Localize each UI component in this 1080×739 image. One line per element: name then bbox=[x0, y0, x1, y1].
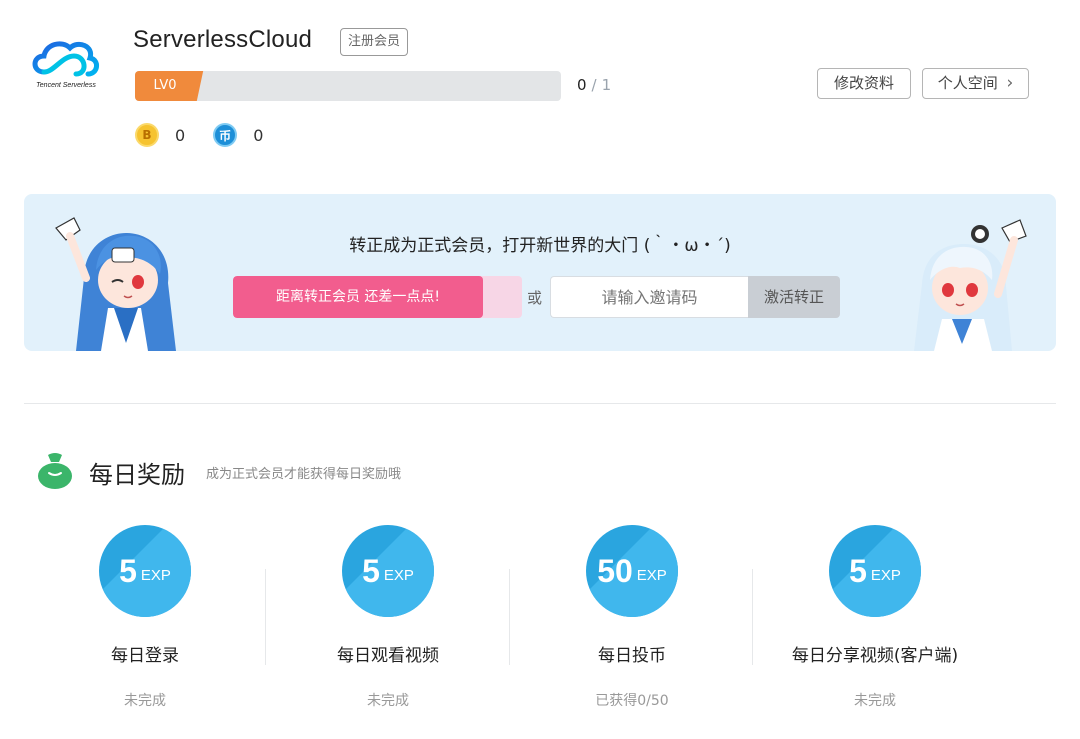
exp-value: 50 bbox=[597, 552, 633, 589]
level-max: 1 bbox=[601, 76, 612, 94]
upgrade-banner: 转正成为正式会员，打开新世界的大门 (｀・ω・´) 距离转正会员 还差一点点! … bbox=[24, 194, 1056, 351]
task-status: 未完成 bbox=[854, 693, 896, 709]
task-label: 每日观看视频 bbox=[337, 646, 439, 666]
task-daily-coin: 50 EXP 每日投币 已获得0/50 bbox=[511, 525, 753, 710]
daily-task-list: 5 EXP 每日登录 未完成 5 EXP 每日观看视频 未完成 50 EXP 每日投币… bbox=[24, 525, 1000, 725]
daily-rewards-subtitle: 成为正式会员才能获得每日奖励哦 bbox=[206, 467, 402, 482]
exp-value: 5 bbox=[849, 552, 867, 589]
or-separator: 或 bbox=[527, 289, 543, 307]
exp-badge: 50 EXP bbox=[586, 525, 678, 617]
edit-profile-button[interactable]: 修改资料 bbox=[817, 68, 911, 99]
level-label: LV0 bbox=[153, 78, 177, 93]
exp-badge: 5 EXP bbox=[342, 525, 434, 617]
yuan-coin-value: 0 bbox=[253, 125, 264, 145]
level-separator: / bbox=[591, 76, 597, 94]
daily-rewards-title: 每日奖励 bbox=[89, 461, 185, 489]
exp-unit: EXP bbox=[870, 566, 901, 584]
exp-unit: EXP bbox=[140, 566, 171, 584]
task-separator bbox=[752, 569, 753, 665]
mascot-girl-left-icon bbox=[55, 217, 176, 351]
exp-unit: EXP bbox=[383, 566, 414, 584]
username: ServerlessCloud bbox=[133, 26, 313, 53]
exp-value: 5 bbox=[362, 552, 380, 589]
cloud-logo-icon bbox=[32, 41, 99, 77]
exp-badge: 5 EXP bbox=[99, 525, 191, 617]
exp-badge: 5 EXP bbox=[829, 525, 921, 617]
task-daily-share: 5 EXP 每日分享视频(客户端) 未完成 bbox=[754, 525, 996, 710]
task-label: 每日登录 bbox=[111, 646, 179, 666]
yuan-coin-icon: 币 bbox=[213, 123, 238, 147]
section-divider bbox=[24, 403, 1056, 404]
task-daily-login: 5 EXP 每日登录 未完成 bbox=[24, 525, 266, 710]
level-badge: LV0 bbox=[135, 71, 195, 101]
money-bag-icon bbox=[38, 453, 72, 489]
exp-value: 5 bbox=[119, 552, 137, 589]
upgrade-progress-text: 距离转正会员 还差一点点! bbox=[233, 276, 483, 318]
coin-balances: B 0 币 0 bbox=[135, 123, 291, 147]
activate-button[interactable]: 激活转正 bbox=[748, 276, 840, 318]
task-status: 已获得0/50 bbox=[595, 693, 669, 709]
task-status: 未完成 bbox=[124, 693, 166, 709]
task-separator bbox=[265, 569, 266, 665]
chevron-right-icon: › bbox=[1006, 73, 1014, 93]
task-status: 未完成 bbox=[367, 693, 409, 709]
task-separator bbox=[509, 569, 510, 665]
task-daily-watch: 5 EXP 每日观看视频 未完成 bbox=[267, 525, 509, 710]
banner-title: 转正成为正式会员，打开新世界的大门 (｀・ω・´) bbox=[349, 236, 731, 256]
task-label: 每日投币 bbox=[598, 646, 666, 666]
upgrade-progress-bar: 距离转正会员 还差一点点! bbox=[233, 276, 522, 318]
b-coin-value: 0 bbox=[175, 125, 186, 145]
logo-caption: Tencent Serverless bbox=[36, 82, 96, 89]
level-current: 0 bbox=[577, 76, 587, 94]
member-type-badge: 注册会员 bbox=[340, 28, 409, 56]
invite-code-input[interactable] bbox=[550, 276, 748, 318]
personal-space-label: 个人空间 bbox=[937, 74, 998, 92]
b-coin-icon: B bbox=[135, 123, 159, 147]
level-progress-text: 0/1 bbox=[577, 76, 611, 94]
personal-space-button[interactable]: 个人空间 › bbox=[922, 68, 1029, 99]
exp-unit: EXP bbox=[636, 566, 667, 584]
task-label: 每日分享视频(客户端) bbox=[791, 646, 959, 666]
level-progress-bar: LV0 bbox=[135, 71, 561, 101]
tencent-serverless-logo: Tencent Serverless bbox=[28, 32, 104, 96]
